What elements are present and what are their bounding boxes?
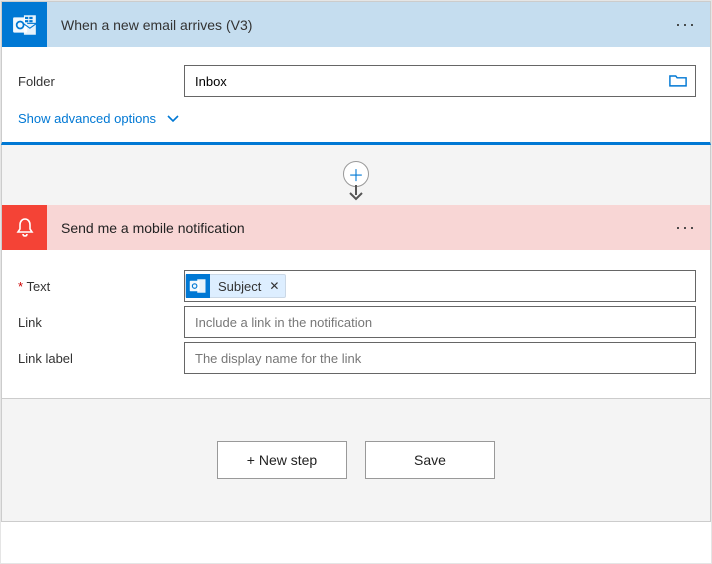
outlook-icon xyxy=(2,2,47,47)
text-input[interactable]: Subject ✕ xyxy=(184,270,696,302)
new-step-button[interactable]: + New step xyxy=(217,441,347,479)
trigger-card: When a new email arrives (V3) ··· Folder… xyxy=(1,1,711,145)
link-row: Link xyxy=(16,306,696,338)
action-header[interactable]: Send me a mobile notification ··· xyxy=(2,205,710,250)
link-label: Link xyxy=(16,315,184,330)
link-input[interactable] xyxy=(195,315,685,330)
trigger-body: Folder Show advanced options xyxy=(2,47,710,142)
text-row: * Text Subject ✕ xyxy=(16,270,696,302)
action-menu-button[interactable]: ··· xyxy=(675,217,696,238)
arrow-down-icon xyxy=(346,185,366,201)
token-remove-icon[interactable]: ✕ xyxy=(269,279,279,293)
folder-row: Folder xyxy=(16,65,696,97)
folder-picker-icon[interactable] xyxy=(669,73,687,88)
linklabel-input[interactable] xyxy=(195,351,685,366)
action-title: Send me a mobile notification xyxy=(47,220,245,236)
bell-icon xyxy=(2,205,47,250)
chevron-down-icon xyxy=(166,114,180,124)
link-input-wrap[interactable] xyxy=(184,306,696,338)
subject-token[interactable]: Subject ✕ xyxy=(185,274,286,298)
outlook-token-icon xyxy=(186,274,210,298)
folder-input[interactable] xyxy=(184,65,696,97)
linklabel-label: Link label xyxy=(16,351,184,366)
folder-text[interactable] xyxy=(195,74,685,89)
trigger-header[interactable]: When a new email arrives (V3) ··· xyxy=(2,2,710,47)
show-advanced-link[interactable]: Show advanced options xyxy=(16,107,180,128)
connector-area: ＋ xyxy=(1,145,711,205)
save-button[interactable]: Save xyxy=(365,441,495,479)
linklabel-row: Link label xyxy=(16,342,696,374)
action-card: Send me a mobile notification ··· * Text… xyxy=(1,205,711,399)
add-step-button[interactable]: ＋ xyxy=(343,161,369,187)
footer: + New step Save xyxy=(1,399,711,522)
folder-label: Folder xyxy=(16,74,184,89)
linklabel-input-wrap[interactable] xyxy=(184,342,696,374)
text-label: * Text xyxy=(16,279,184,294)
trigger-title: When a new email arrives (V3) xyxy=(47,17,252,33)
token-label: Subject xyxy=(218,279,261,294)
action-body: * Text Subject ✕ Link xyxy=(2,250,710,398)
trigger-menu-button[interactable]: ··· xyxy=(675,14,696,35)
show-advanced-text: Show advanced options xyxy=(18,111,156,126)
